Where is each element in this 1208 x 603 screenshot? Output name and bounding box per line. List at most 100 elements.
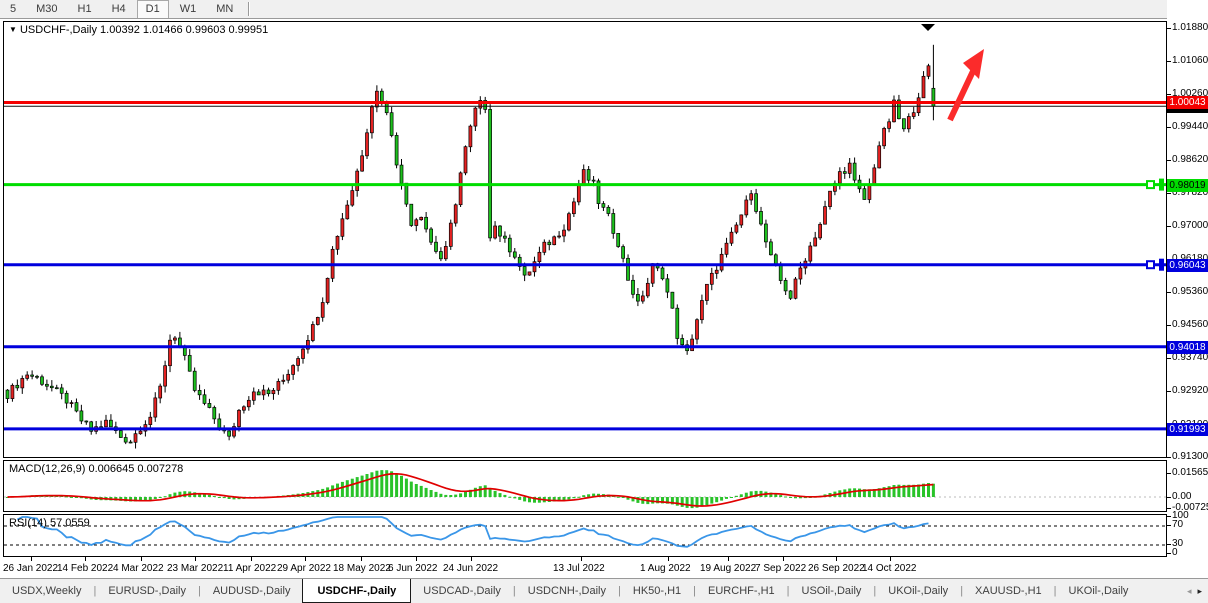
date-label: 18 May 2022 [333,563,391,574]
time-tick-mark [890,557,891,561]
date-label: 14 Feb 2022 [57,563,113,574]
price-tick-label: 0.98620 [1172,154,1208,165]
timeframe-button-m30[interactable]: M30 [27,0,66,19]
time-tick-mark [305,557,306,561]
macd-axis-label: 0.015654 [1172,467,1208,478]
price-tick-label: 0.97000 [1172,220,1208,231]
macd-values: 0.006645 0.007278 [88,463,183,475]
trading-terminal-window: 5M30H1H4D1W1MN ▼ USDCHF-,Daily 1.00392 1… [0,0,1208,603]
time-tick-mark [668,557,669,561]
tab-usdx-weekly[interactable]: USDX,Weekly [0,579,93,603]
tab-usdcad-daily[interactable]: USDCAD-,Daily [411,579,513,603]
axis-tick-mark [1167,391,1171,392]
axis-tick-mark [1167,127,1171,128]
date-label: 23 Mar 2022 [167,563,223,574]
time-tick-mark [195,557,196,561]
date-label: 24 Jun 2022 [443,563,498,574]
date-label: 7 Sep 2022 [755,563,806,574]
macd-label: MACD(12,26,9) 0.006645 0.007278 [9,463,183,475]
tab-usdcnh-daily[interactable]: USDCNH-,Daily [516,579,618,603]
price-tick-label: 0.94560 [1172,319,1208,330]
price-axis[interactable]: 1.018801.010601.002600.994400.986200.978… [1167,0,1208,603]
rsi-label: RSI(14) 57.0559 [9,517,90,529]
date-label: 26 Jan 2022 [3,563,58,574]
macd-axis-label: 0.00 [1172,491,1191,502]
price-tick-label: 0.91300 [1172,451,1208,462]
axis-tick-mark [1167,94,1171,95]
rsi-svg [4,515,1166,556]
rsi-indicator-panel[interactable]: RSI(14) 57.0559 [3,514,1167,557]
macd-name: MACD(12,26,9) [9,463,85,475]
tab-scroll-left-icon[interactable]: ◂ [1187,586,1192,597]
rsi-axis-label: 70 [1172,519,1183,530]
timeframe-button-5[interactable]: 5 [1,0,25,19]
axis-tick-mark [1167,292,1171,293]
timeframe-button-w1[interactable]: W1 [171,0,206,19]
chart-tab-bar: USDX,Weekly|EURUSD-,Daily|AUDUSD-,DailyU… [0,578,1208,603]
hline-handle[interactable] [1147,181,1154,188]
tab-usdchf-daily[interactable]: USDCHF-,Daily [302,579,411,603]
time-tick-mark [783,557,784,561]
time-tick-mark [85,557,86,561]
date-label: 13 Jul 2022 [553,563,605,574]
toolbar-separator [248,2,250,16]
axis-tick-mark [1167,497,1171,498]
tab-usoil-daily[interactable]: USOil-,Daily [790,579,874,603]
rsi-axis-label: 0 [1172,547,1178,558]
date-label: 19 Aug 2022 [700,563,756,574]
up-arrow-annotation[interactable] [950,69,974,120]
time-tick-mark [728,557,729,561]
hline-price-badge: 0.94018 [1167,341,1208,354]
axis-tick-mark [1167,457,1171,458]
tab-ukoil-daily[interactable]: UKOil-,Daily [876,579,960,603]
timeframe-button-mn[interactable]: MN [207,0,242,19]
tab-eurchf-h1[interactable]: EURCHF-,H1 [696,579,787,603]
date-label: 6 Jun 2022 [388,563,438,574]
axis-tick-mark [1167,28,1171,29]
hline-handle[interactable] [1147,261,1154,268]
tab-audusd-daily[interactable]: AUDUSD-,Daily [201,579,303,603]
axis-tick-mark [1167,516,1171,517]
hline-end-stub[interactable] [1159,259,1164,271]
hline-end-stub[interactable] [1159,179,1164,191]
axis-tick-mark [1167,61,1171,62]
main-price-chart[interactable]: ▼ USDCHF-,Daily 1.00392 1.01466 0.99603 … [3,21,1167,458]
chart-symbol-label: USDCHF-,Daily [20,24,97,36]
tab-ukoil-daily[interactable]: UKOil-,Daily [1057,579,1141,603]
tab-xauusd-h1[interactable]: XAUUSD-,H1 [963,579,1054,603]
axis-tick-mark [1167,226,1171,227]
timeframe-toolbar: 5M30H1H4D1W1MN [0,0,1208,19]
tab-scroll-right-icon[interactable]: ▸ [1197,586,1202,597]
hline-price-badge: 0.98019 [1167,179,1208,192]
price-tick-label: 1.01880 [1172,22,1208,33]
time-axis[interactable]: 26 Jan 202214 Feb 20224 Mar 202223 Mar 2… [0,557,1167,578]
time-tick-mark [416,557,417,561]
time-tick-mark [31,557,32,561]
price-tick-label: 0.95360 [1172,286,1208,297]
axis-tick-mark [1167,508,1171,509]
timeframe-button-d1[interactable]: D1 [137,0,169,19]
price-tick-label: 0.99440 [1172,121,1208,132]
price-chart-svg[interactable] [4,22,1166,457]
time-tick-mark [581,557,582,561]
timeframe-button-h1[interactable]: H1 [69,0,101,19]
date-label: 29 Apr 2022 [277,563,331,574]
rsi-line [17,517,928,547]
chart-dropdown-icon[interactable]: ▼ [9,25,17,34]
rsi-name: RSI(14) [9,517,47,529]
time-tick-mark [471,557,472,561]
time-tick-mark [141,557,142,561]
macd-indicator-panel[interactable]: MACD(12,26,9) 0.006645 0.007278 [3,460,1167,512]
tab-hk50-h1[interactable]: HK50-,H1 [621,579,693,603]
timeframe-button-h4[interactable]: H4 [103,0,135,19]
axis-tick-mark [1167,525,1171,526]
date-label: 4 Mar 2022 [113,563,164,574]
axis-tick-mark [1167,160,1171,161]
rsi-value: 57.0559 [50,517,90,529]
tab-eurusd-daily[interactable]: EURUSD-,Daily [96,579,198,603]
time-tick-mark [361,557,362,561]
date-label: 1 Aug 2022 [640,563,691,574]
date-label: 26 Sep 2022 [808,563,865,574]
axis-tick-mark [1167,473,1171,474]
price-tick-label: 1.01060 [1172,55,1208,66]
